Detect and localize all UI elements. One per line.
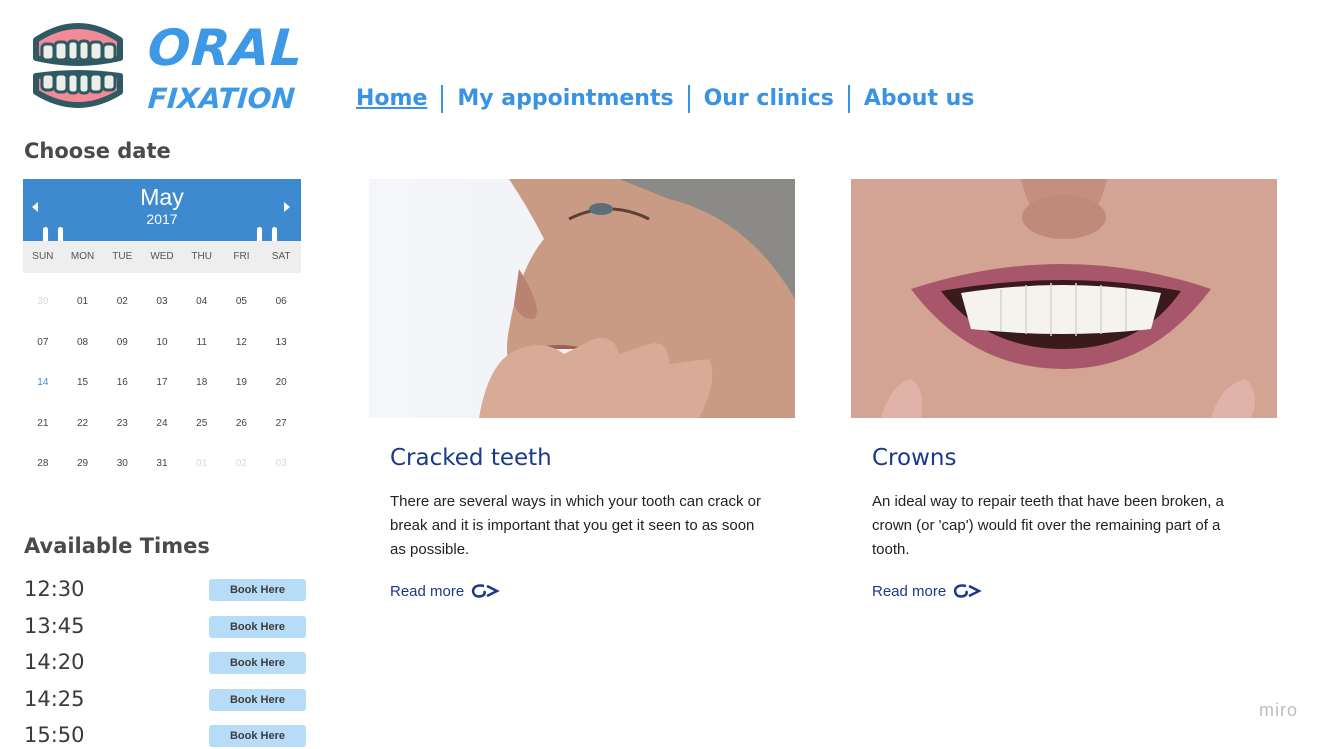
calendar-day[interactable]: 30 [102,444,142,485]
calendar-day[interactable]: 19 [222,363,262,404]
date-picker: May 2017 SUN MON TUE WED THU FRI SAT 30 01 02 03 0… [23,179,301,489]
calendar-day[interactable]: 16 [102,363,142,404]
read-more-label: Read more [872,582,947,600]
calendar-days-grid: 30 01 02 03 04 05 06 07 08 09 10 11 12 13 14 15 16 17 18 19… [23,282,301,485]
weekday-label: TUE [112,251,133,262]
nav-my-appointments[interactable]: My appointments [457,84,673,114]
nav-divider [687,85,690,113]
calendar-day[interactable]: 26 [222,404,262,445]
weekday-label: SAT [271,251,291,262]
read-more-link[interactable]: Read more [872,582,1277,600]
read-more-link[interactable]: Read more [390,582,795,600]
book-here-button[interactable]: Book Here [209,725,306,747]
calendar-day[interactable]: 12 [222,323,262,364]
article-card-cracked-teeth: Cracked teeth There are several ways in … [369,179,795,600]
calendar-day[interactable]: 25 [182,404,222,445]
calendar-day[interactable]: 03 [142,282,182,323]
calendar-day[interactable]: 01 [182,444,222,485]
calendar-day[interactable]: 17 [142,363,182,404]
calendar-day[interactable]: 23 [102,404,142,445]
calendar-day[interactable]: 29 [63,444,103,485]
calendar-day[interactable]: 30 [23,282,63,323]
time-slot-value: 12:30 [24,577,85,601]
calendar-year: 2017 [146,211,178,227]
calendar-day[interactable]: 06 [261,282,301,323]
calendar-day[interactable]: 02 [102,282,142,323]
time-slot-row: 14:20 Book Here [24,647,314,684]
card-image-woman-toothache [369,179,795,418]
nav-our-clinics[interactable]: Our clinics [704,84,834,114]
calendar-day[interactable]: 03 [261,444,301,485]
article-card-crowns: Crowns An ideal way to repair teeth that… [851,179,1277,600]
calendar-day[interactable]: 20 [261,363,301,404]
book-here-button[interactable]: Book Here [209,615,306,638]
time-slot-value: 14:25 [24,686,85,711]
logo-text-line1: ORAL [145,19,306,77]
calendar-day[interactable]: 10 [142,323,182,364]
weekday-label: FRI [233,251,250,262]
calendar-day[interactable]: 28 [23,444,63,485]
calendar-day[interactable]: 02 [222,444,262,485]
weekday-label: WED [150,251,174,262]
watermark: miro [1259,700,1298,720]
nav-about-us[interactable]: About us [864,84,974,114]
nav-home[interactable]: Home [356,84,427,114]
time-slot-list: 12:30 Book Here 13:45 Book Here 14:20 Book He… [24,574,314,749]
book-here-button[interactable]: Book Here [209,652,306,674]
book-here-button[interactable]: Book Here [209,688,306,711]
card-title: Crowns [872,445,957,471]
calendar-day[interactable]: 21 [23,404,63,445]
main-nav: Home My appointments Our clinics About u… [356,84,974,114]
weekday-label: SUN [32,251,54,262]
available-times-heading: Available Times [24,534,210,558]
calendar-day[interactable]: 31 [142,444,182,485]
calendar-day[interactable]: 22 [63,404,103,445]
calendar-day[interactable]: 08 [63,323,103,364]
calendar-day[interactable]: 09 [102,323,142,364]
calendar-day[interactable]: 05 [222,282,262,323]
time-slot-row: 13:45 Book Here [24,611,314,648]
calendar-day[interactable]: 07 [23,323,63,364]
time-slot-row: 15:50 Book Here [24,720,314,749]
calendar-day[interactable]: 11 [182,323,222,364]
weekday-label: MON [70,251,95,262]
choose-date-heading: Choose date [24,139,171,163]
calendar-day[interactable]: 18 [182,363,222,404]
next-month-icon[interactable] [284,202,290,212]
card-image-smile-crowns [851,179,1277,418]
time-slot-value: 14:20 [24,650,85,674]
card-text: There are several ways in which your too… [390,493,761,558]
time-slot-row: 12:30 Book Here [24,574,314,611]
calendar-day[interactable]: 15 [63,363,103,404]
card-text: An ideal way to repair teeth that have b… [872,493,1224,558]
calendar-day[interactable]: 01 [63,282,103,323]
calendar-day[interactable]: 24 [142,404,182,445]
card-title: Cracked teeth [390,445,552,471]
time-slot-row: 14:25 Book Here [24,684,314,721]
days-of-week-row: SUN MON TUE WED THU FRI SAT [23,241,301,273]
nav-divider [441,85,444,113]
time-slot-value: 13:45 [24,613,85,638]
read-more-label: Read more [390,582,465,600]
calendar-day[interactable]: 13 [261,323,301,364]
calendar-header: May 2017 [23,179,301,247]
calendar-day[interactable]: 27 [261,404,301,445]
calendar-day[interactable]: 04 [182,282,222,323]
brand-logo[interactable]: ORAL FIXATION [28,18,306,118]
nav-divider [847,85,850,113]
book-here-button[interactable]: Book Here [209,579,306,601]
weekday-label: THU [191,251,212,262]
calendar-day[interactable]: 14 [23,363,63,404]
calendar-month: May [140,184,184,210]
dentures-icon [33,23,123,108]
time-slot-value: 15:50 [24,723,85,747]
logo-text-line2: FIXATION [146,82,297,115]
read-more-arrow-icon [953,584,982,598]
read-more-arrow-icon [471,584,500,598]
